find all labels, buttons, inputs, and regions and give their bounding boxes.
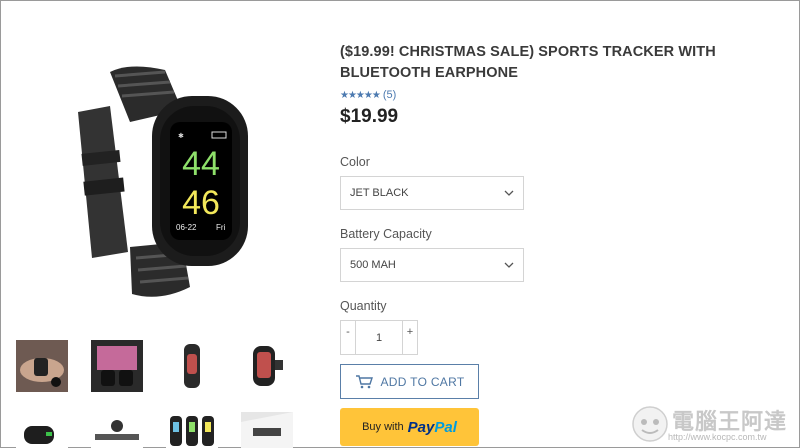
add-to-cart-button[interactable]: ADD TO CART: [340, 364, 479, 399]
thumbnail-wrist[interactable]: [16, 340, 68, 392]
color-select[interactable]: JET BLACK: [340, 176, 524, 210]
product-price: $19.99: [340, 106, 399, 127]
quantity-label: Quantity: [340, 299, 387, 313]
color-label: Color: [340, 155, 370, 169]
watch-bottom-number: 46: [182, 184, 220, 222]
paypal-logo: PayPal: [407, 418, 457, 436]
watch-date: 06-22: [176, 223, 197, 232]
thumbnail-lifestyle[interactable]: [241, 412, 293, 448]
quantity-increment-button[interactable]: +: [403, 321, 417, 354]
thumbnail-front-view[interactable]: [241, 340, 293, 392]
thumbnail-side-view[interactable]: [166, 340, 218, 392]
add-to-cart-label: ADD TO CART: [380, 374, 465, 389]
product-title: ($19.99! CHRISTMAS SALE) SPORTS TRACKER …: [340, 44, 716, 81]
rating-count[interactable]: (5): [383, 89, 396, 101]
color-select-value: JET BLACK: [350, 187, 409, 199]
thumbnail-earbuds[interactable]: [91, 340, 143, 392]
quantity-stepper[interactable]: - 1 +: [340, 320, 418, 355]
svg-text:✱: ✱: [178, 132, 184, 140]
chevron-down-icon: [504, 190, 514, 196]
rating-stars: ★★★★★: [340, 89, 381, 101]
paypal-prefix: Buy with: [362, 421, 404, 433]
watermark-url: http://www.kocpc.com.tw: [668, 432, 767, 442]
cart-icon: [355, 374, 373, 388]
product-rating[interactable]: ★★★★★ (5): [340, 89, 396, 101]
battery-select-value: 500 MAH: [350, 259, 396, 271]
chevron-down-icon: [504, 262, 514, 268]
quantity-input[interactable]: 1: [355, 321, 403, 354]
battery-select[interactable]: 500 MAH: [340, 248, 524, 282]
thumbnail-colors[interactable]: [166, 412, 218, 448]
paypal-button[interactable]: Buy with PayPal: [340, 408, 479, 446]
thumbnail-charging-case[interactable]: [16, 412, 68, 448]
watch-top-number: 44: [182, 145, 220, 183]
main-product-image[interactable]: ✱ 44 46 06-22 Fri: [70, 62, 260, 302]
thumbnail-earphone-detail[interactable]: [91, 412, 143, 448]
watch-day: Fri: [216, 223, 226, 232]
quantity-decrement-button[interactable]: -: [341, 321, 355, 354]
battery-label: Battery Capacity: [340, 227, 432, 241]
